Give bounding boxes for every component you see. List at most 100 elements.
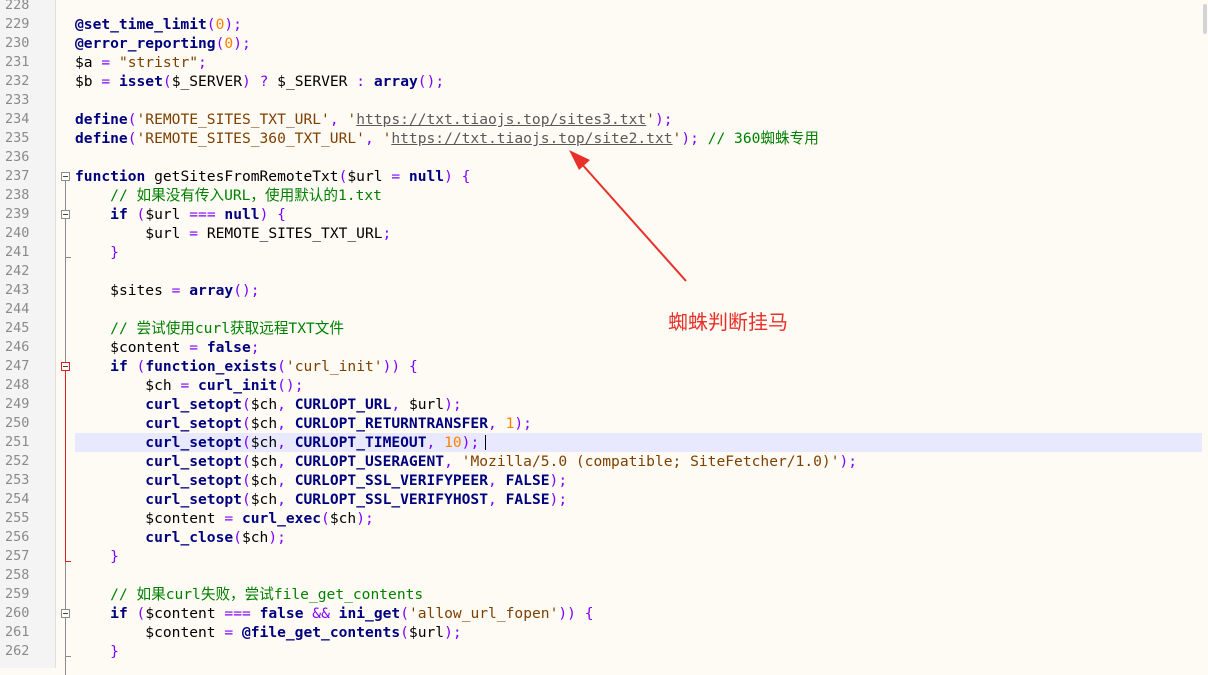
code-text[interactable]: $content = @file_get_contents($url);	[75, 623, 461, 642]
code-token: // 尝试使用curl获取远程TXT文件	[110, 320, 344, 337]
code-token: (	[127, 111, 137, 128]
fold-toggle[interactable]	[61, 210, 70, 219]
code-token: =	[101, 54, 111, 71]
line-number: 238	[5, 187, 30, 203]
code-line[interactable]: 247 if (function_exists('curl_init')) {	[0, 357, 1208, 376]
code-line[interactable]: 233	[0, 91, 1208, 110]
code-line[interactable]: 258	[0, 566, 1208, 585]
code-token: );	[233, 35, 251, 52]
code-text[interactable]: if ($url === null) {	[75, 205, 286, 224]
code-token: curl_setopt	[145, 434, 242, 451]
code-line[interactable]: 256 curl_close($ch);	[0, 528, 1208, 547]
code-text[interactable]: if ($content === false && ini_get('allow…	[75, 604, 593, 623]
code-token: curl_init	[198, 377, 278, 394]
code-line[interactable]: 243 $sites = array();	[0, 281, 1208, 300]
code-text[interactable]: }	[75, 642, 119, 661]
code-token: (	[241, 396, 251, 413]
code-token: 'curl_init'	[285, 358, 383, 375]
code-token: $_SERVER	[171, 73, 242, 90]
code-line[interactable]: 231 $a = "stristr";	[0, 53, 1208, 72]
code-text[interactable]: $content = false;	[75, 338, 259, 357]
code-token: =	[391, 168, 401, 185]
code-line[interactable]: 237 function getSitesFromRemoteTxt($url =…	[0, 167, 1208, 186]
code-text[interactable]: $sites = array();	[75, 281, 259, 300]
code-line[interactable]: 260 if ($content === false && ini_get('a…	[0, 604, 1208, 623]
fold-toggle[interactable]	[61, 609, 70, 618]
code-line[interactable]: 229 @set_time_limit(0);	[0, 15, 1208, 34]
fold-toggle[interactable]	[61, 362, 70, 371]
code-text[interactable]: curl_setopt($ch, CURLOPT_TIMEOUT, 10);	[75, 433, 479, 452]
code-text[interactable]: // 尝试使用curl获取远程TXT文件	[75, 319, 344, 338]
code-text[interactable]: curl_setopt($ch, CURLOPT_SSL_VERIFYHOST,…	[75, 490, 567, 509]
code-text[interactable]: curl_close($ch);	[75, 528, 286, 547]
code-text[interactable]: // 如果没有传入URL，使用默认的1.txt	[75, 186, 382, 205]
code-text[interactable]: curl_setopt($ch, CURLOPT_USERAGENT, 'Moz…	[75, 452, 857, 471]
scrollbar-thumb[interactable]	[1203, 4, 1207, 34]
code-text[interactable]: @set_time_limit(0);	[75, 15, 242, 34]
code-line[interactable]: 249 curl_setopt($ch, CURLOPT_URL, $url);	[0, 395, 1208, 414]
code-line[interactable]: 240 $url = REMOTE_SITES_TXT_URL;	[0, 224, 1208, 243]
code-line[interactable]: 257 }	[0, 547, 1208, 566]
code-token: CURLOPT_SSL_VERIFYPEER	[294, 472, 488, 489]
code-text[interactable]: curl_setopt($ch, CURLOPT_SSL_VERIFYPEER,…	[75, 471, 567, 490]
code-line[interactable]: 244	[0, 300, 1208, 319]
code-text[interactable]: $ch = curl_init();	[75, 376, 303, 395]
code-line[interactable]: 238 // 如果没有传入URL，使用默认的1.txt	[0, 186, 1208, 205]
code-line[interactable]: 235 define('REMOTE_SITES_360_TXT_URL', 'h…	[0, 129, 1208, 148]
code-line[interactable]: 232 $b = isset($_SERVER) ? $_SERVER : arr…	[0, 72, 1208, 91]
code-text[interactable]: $a = "stristr";	[75, 53, 207, 72]
code-text[interactable]: if (function_exists('curl_init')) {	[75, 357, 418, 376]
code-line[interactable]: 236	[0, 148, 1208, 167]
vertical-scrollbar[interactable]	[1202, 0, 1208, 668]
code-line[interactable]: 261 $content = @file_get_contents($url);	[0, 623, 1208, 642]
code-token: $ch	[250, 415, 278, 432]
code-line[interactable]: 239 if ($url === null) {	[0, 205, 1208, 224]
code-line[interactable]: 259 // 如果curl失败，尝试file_get_contents	[0, 585, 1208, 604]
code-line[interactable]: 228	[0, 0, 1208, 15]
code-line[interactable]: 253 curl_setopt($ch, CURLOPT_SSL_VERIFYP…	[0, 471, 1208, 490]
code-line[interactable]: 255 $content = curl_exec($ch);	[0, 509, 1208, 528]
fold-toggle[interactable]	[61, 172, 70, 181]
code-text[interactable]: curl_setopt($ch, CURLOPT_RETURNTRANSFER,…	[75, 414, 532, 433]
code-line[interactable]: 254 curl_setopt($ch, CURLOPT_SSL_VERIFYH…	[0, 490, 1208, 509]
code-text[interactable]: define('REMOTE_SITES_TXT_URL', 'https://…	[75, 110, 673, 129]
code-editor[interactable]: 228 229 @set_time_limit(0); 230 @error_repor…	[0, 0, 1208, 675]
code-token: $_SERVER	[277, 73, 357, 90]
code-token: =	[224, 624, 234, 641]
code-token: ,	[277, 415, 286, 432]
code-token: $ch	[250, 491, 278, 508]
code-token: REMOTE_SITES_TXT_URL	[198, 225, 383, 242]
code-line[interactable]: 248 $ch = curl_init();	[0, 376, 1208, 395]
code-line[interactable]: 251 curl_setopt($ch, CURLOPT_TIMEOUT, 10…	[0, 433, 1208, 452]
code-line[interactable]: 230 @error_reporting(0);	[0, 34, 1208, 53]
code-line[interactable]: 242	[0, 262, 1208, 281]
code-text[interactable]: $content = curl_exec($ch);	[75, 509, 373, 528]
code-text[interactable]: $b = isset($_SERVER) ? $_SERVER : array(…	[75, 72, 444, 91]
code-line[interactable]: 252 curl_setopt($ch, CURLOPT_USERAGENT, …	[0, 452, 1208, 471]
code-text[interactable]: }	[75, 547, 119, 566]
line-number: 229	[5, 16, 30, 32]
code-text[interactable]: @error_reporting(0);	[75, 34, 251, 53]
code-token: ini_get	[338, 605, 401, 622]
code-token: @error_reporting	[75, 35, 216, 52]
code-line[interactable]: 234 define('REMOTE_SITES_TXT_URL', 'https…	[0, 110, 1208, 129]
code-text[interactable]: curl_setopt($ch, CURLOPT_URL, $url);	[75, 395, 461, 414]
code-line[interactable]: 241 }	[0, 243, 1208, 262]
code-line[interactable]: 250 curl_setopt($ch, CURLOPT_RETURNTRANS…	[0, 414, 1208, 433]
code-token: {	[277, 206, 286, 223]
code-line[interactable]: 245 // 尝试使用curl获取远程TXT文件	[0, 319, 1208, 338]
code-text[interactable]: function getSitesFromRemoteTxt($url = nu…	[75, 167, 470, 186]
code-text[interactable]: define('REMOTE_SITES_360_TXT_URL', 'http…	[75, 129, 819, 148]
code-line[interactable]: 246 $content = false;	[0, 338, 1208, 357]
code-text[interactable]: $url = REMOTE_SITES_TXT_URL;	[75, 224, 391, 243]
code-token: define	[75, 130, 128, 147]
code-text[interactable]: }	[75, 243, 119, 262]
code-text[interactable]: // 如果curl失败，尝试file_get_contents	[75, 585, 423, 604]
code-line[interactable]: 262 }	[0, 642, 1208, 661]
